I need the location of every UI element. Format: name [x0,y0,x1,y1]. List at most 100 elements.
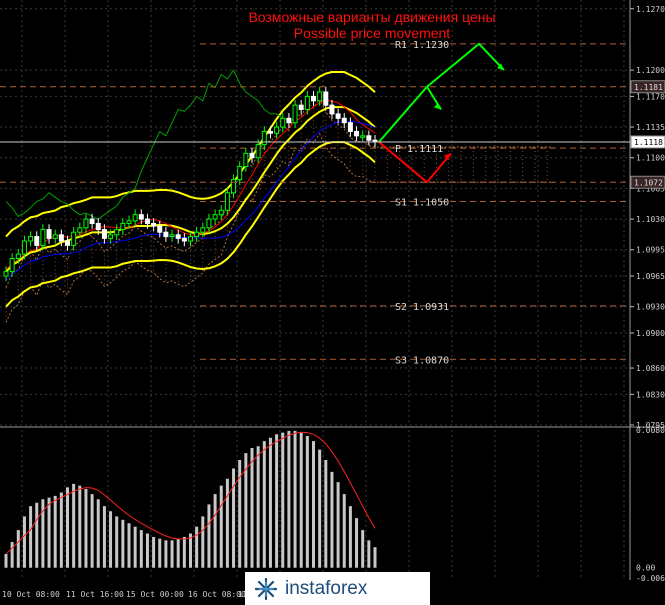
candle-body [311,95,316,102]
candle-body [323,91,329,106]
candle-body [58,234,64,242]
candle-body [366,135,372,141]
y-tick-label: 1.1170 [636,92,665,101]
y-tick-label: 1.1135 [636,123,665,132]
candle-body [354,130,360,137]
candle-body [341,117,347,124]
price-axis: 1.12701.12001.11701.11351.11001.10651.10… [0,5,665,430]
candle-body [304,95,310,111]
y-tick-label: 1.0995 [636,246,665,255]
candle-body [108,234,114,239]
candle-body [280,117,286,128]
candle-body [292,104,298,124]
candle-body [65,240,70,246]
tenkan-line [5,120,376,281]
forecast-up-path [378,86,428,143]
chikou-line [5,69,290,220]
y-tick-label: 1.0830 [636,390,665,399]
candle-body [77,227,83,233]
level-label: S3 1.0870 [395,355,449,366]
candle-body [335,113,341,119]
candle-body [83,218,89,229]
candle-body [206,218,212,229]
candle-body [114,229,120,236]
forecast-arrows [378,42,505,184]
instaforex-mark-icon [254,577,278,600]
candle-body [28,236,34,242]
candle-body [95,222,101,231]
candle-body [21,240,27,255]
candle-body [120,222,126,231]
candle-body [169,234,175,238]
level-label: P 1.1111 [395,144,443,155]
candle-body [71,231,77,246]
candle-body [188,236,193,242]
instaforex-logo: instaforex [245,572,430,605]
candle-body [194,231,200,238]
osc-tick-label: 0.00805 [636,426,665,435]
candle-body [212,214,218,220]
candle-body [181,237,187,242]
candle-body [274,126,280,134]
candle-body [255,144,261,159]
pivot-levels: R1 1.1230 P 1.1111 S1 1.1050 S2 1.0931 S3 1.… [200,40,630,366]
candle-body [52,234,58,239]
candle-body [237,165,243,181]
candle-body [286,117,292,124]
bollinger-lower [5,141,376,308]
candle-body [267,130,273,134]
y-tick-label: 1.0860 [636,364,665,373]
candle-body [34,236,40,246]
candle-body [175,234,181,239]
candle-body [46,229,52,239]
candle-body [347,122,353,132]
price-badge-label: 1.1118 [634,138,663,147]
chart-title: Возможные варианты движения цены [248,9,495,25]
candle-body [157,225,163,233]
candle-body [317,91,323,102]
y-tick-label: 1.1200 [636,66,665,75]
candle-body [144,218,150,224]
level-label: S2 1.0931 [395,302,449,313]
candle-body [231,179,237,194]
y-tick-label: 1.1100 [636,154,665,163]
osc-tick-label: -0.00606 [636,574,665,583]
candle-body [261,130,267,146]
candle-body [360,135,366,138]
level-label: R1 1.1230 [395,40,449,51]
osc-tick-label: 0.00 [636,564,655,573]
y-tick-label: 1.1270 [636,5,665,14]
oscillator-panel: 0.00805 0.00-0.00606 [4,426,665,583]
level-label: S1 1.1050 [395,198,449,209]
y-tick-label: 1.0930 [636,303,665,312]
time-axis: 10 Oct 08:00 11 Oct 16:00 15 Oct 00:00 16 O… [2,590,267,599]
candle-body [163,231,169,238]
candle-body [3,271,9,277]
candle-body [101,229,107,239]
price-badge-label: 1.1072 [634,178,663,187]
candle-body [89,218,95,224]
logo-text: instaforex [285,577,368,599]
chart-canvas: R1 1.1230 P 1.1111 S1 1.1050 S2 1.0931 S3 1.… [0,0,665,599]
candle-body [218,209,224,216]
candle-body [132,214,138,222]
candle-body [249,152,255,159]
x-tick-label: 11 Oct 16:00 [66,590,124,599]
candle-body [9,258,15,273]
x-tick-label: 15 Oct 00:00 [126,590,184,599]
y-tick-label: 1.0900 [636,329,665,338]
candle-body [15,253,21,260]
candle-body [224,192,230,211]
x-tick-label: 10 Oct 08:00 [2,590,60,599]
candle-body [138,214,144,220]
y-tick-label: 1.1030 [636,215,665,224]
candle-body [298,104,304,111]
candle-body [243,152,249,167]
candle-body [200,227,206,233]
price-badge-label: 1.1181 [634,83,663,92]
candle-body [151,222,157,227]
y-tick-label: 1.0965 [636,272,665,281]
candle-body [329,104,335,115]
candle-body [126,220,132,224]
chart-subtitle: Possible price movement [294,25,451,41]
